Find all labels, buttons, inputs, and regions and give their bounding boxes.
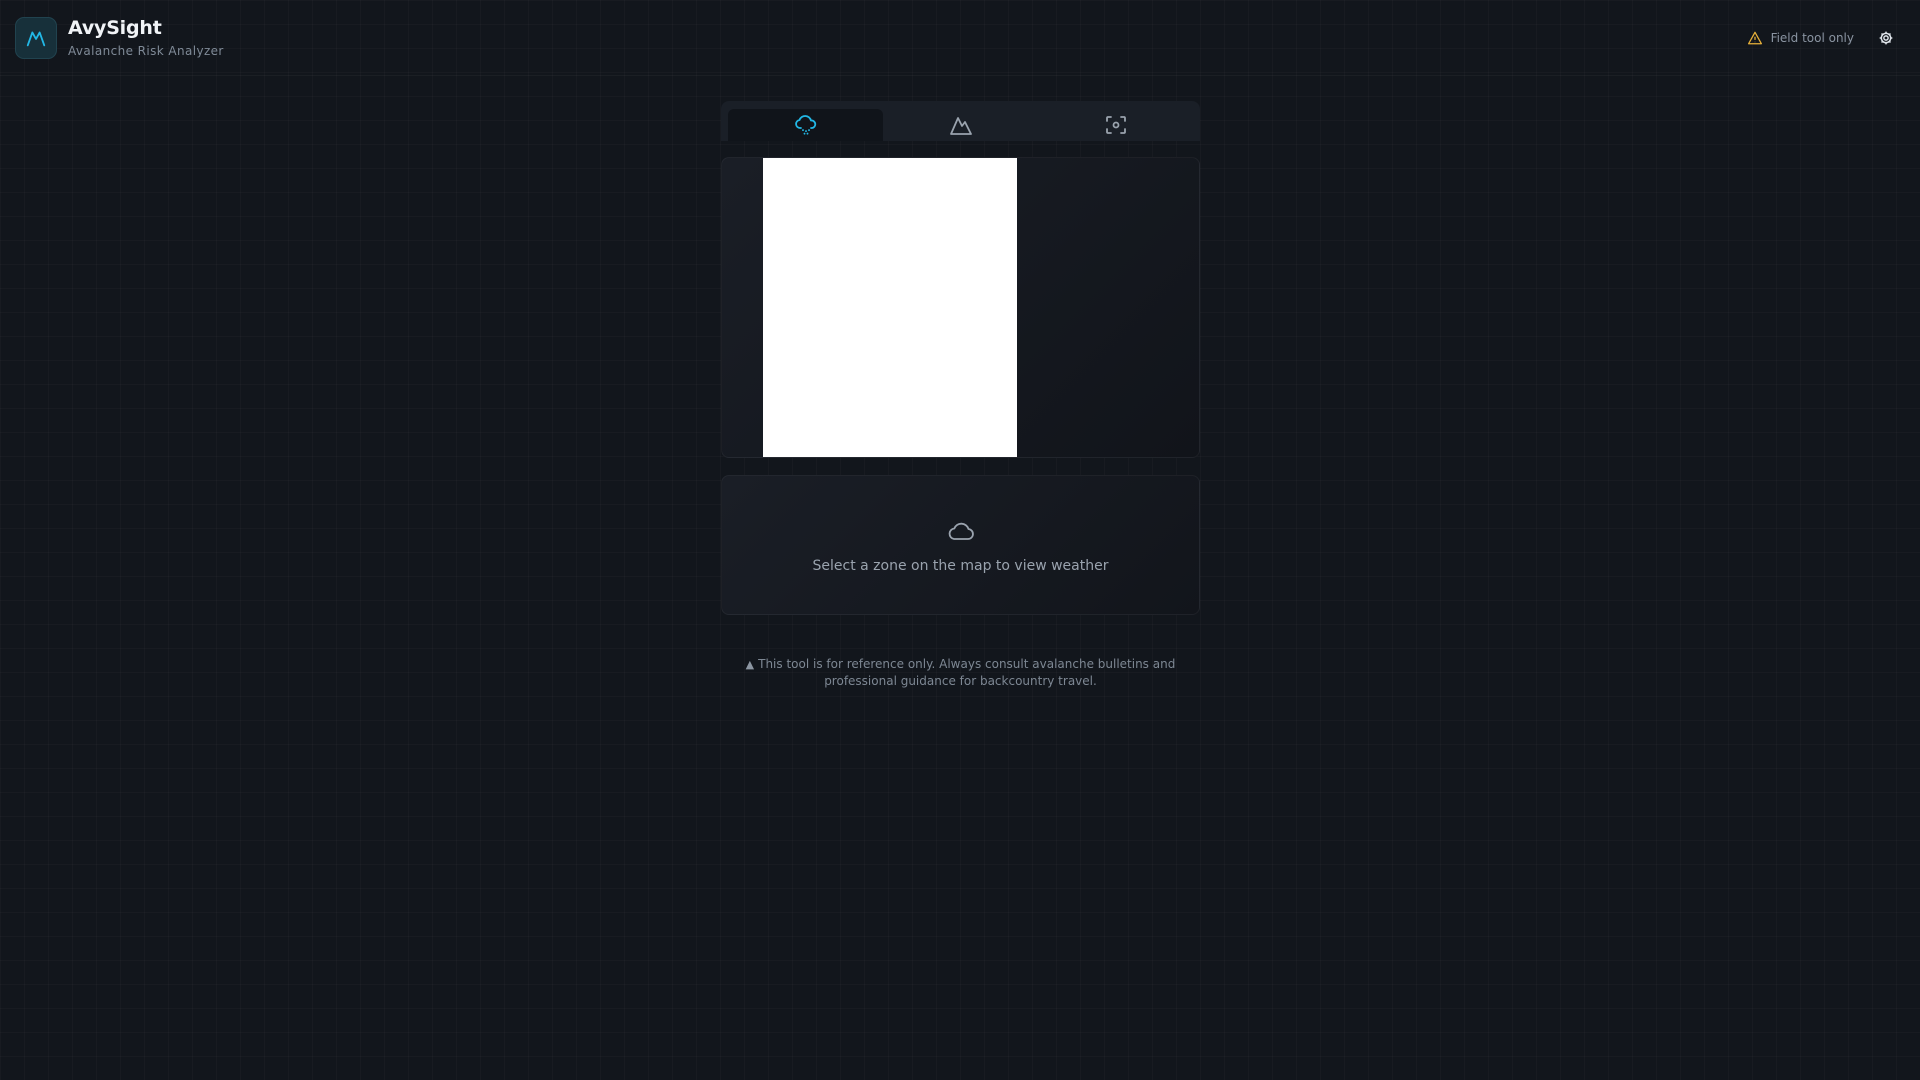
- weather-empty-message: Select a zone on the map to view weather: [812, 558, 1109, 574]
- tab-weather[interactable]: [728, 109, 883, 141]
- disclaimer: ▲ This tool is for reference only. Always…: [721, 656, 1200, 689]
- field-tool-notice: Field tool only: [1747, 31, 1854, 45]
- warning-icon: ▲: [745, 658, 755, 671]
- settings-button[interactable]: [1876, 28, 1896, 48]
- header-actions: Field tool only: [1747, 28, 1896, 48]
- cloud-icon: [946, 518, 976, 548]
- map-canvas[interactable]: [763, 158, 1017, 457]
- warning-triangle-icon: [1747, 31, 1762, 45]
- mountain-logo-icon: [26, 31, 46, 47]
- tab-terrain[interactable]: [883, 109, 1038, 141]
- field-tool-label: Field tool only: [1770, 31, 1854, 45]
- camera-scan-icon: [1105, 116, 1126, 134]
- view-tabs: [721, 101, 1200, 141]
- app-subtitle: Avalanche Risk Analyzer: [68, 44, 224, 58]
- mountain-icon: [949, 117, 972, 135]
- cloud-snow-icon: [794, 115, 816, 135]
- app-title: AvySight: [68, 17, 162, 39]
- tab-scan[interactable]: [1038, 109, 1193, 141]
- app-logo: [15, 17, 57, 59]
- app-header: AvySight Avalanche Risk Analyzer Field t…: [0, 0, 1920, 76]
- weather-panel: Select a zone on the map to view weather: [721, 475, 1200, 615]
- map-panel: [721, 157, 1200, 458]
- gear-icon: [1879, 31, 1893, 45]
- disclaimer-text: This tool is for reference only. Always …: [758, 657, 1176, 688]
